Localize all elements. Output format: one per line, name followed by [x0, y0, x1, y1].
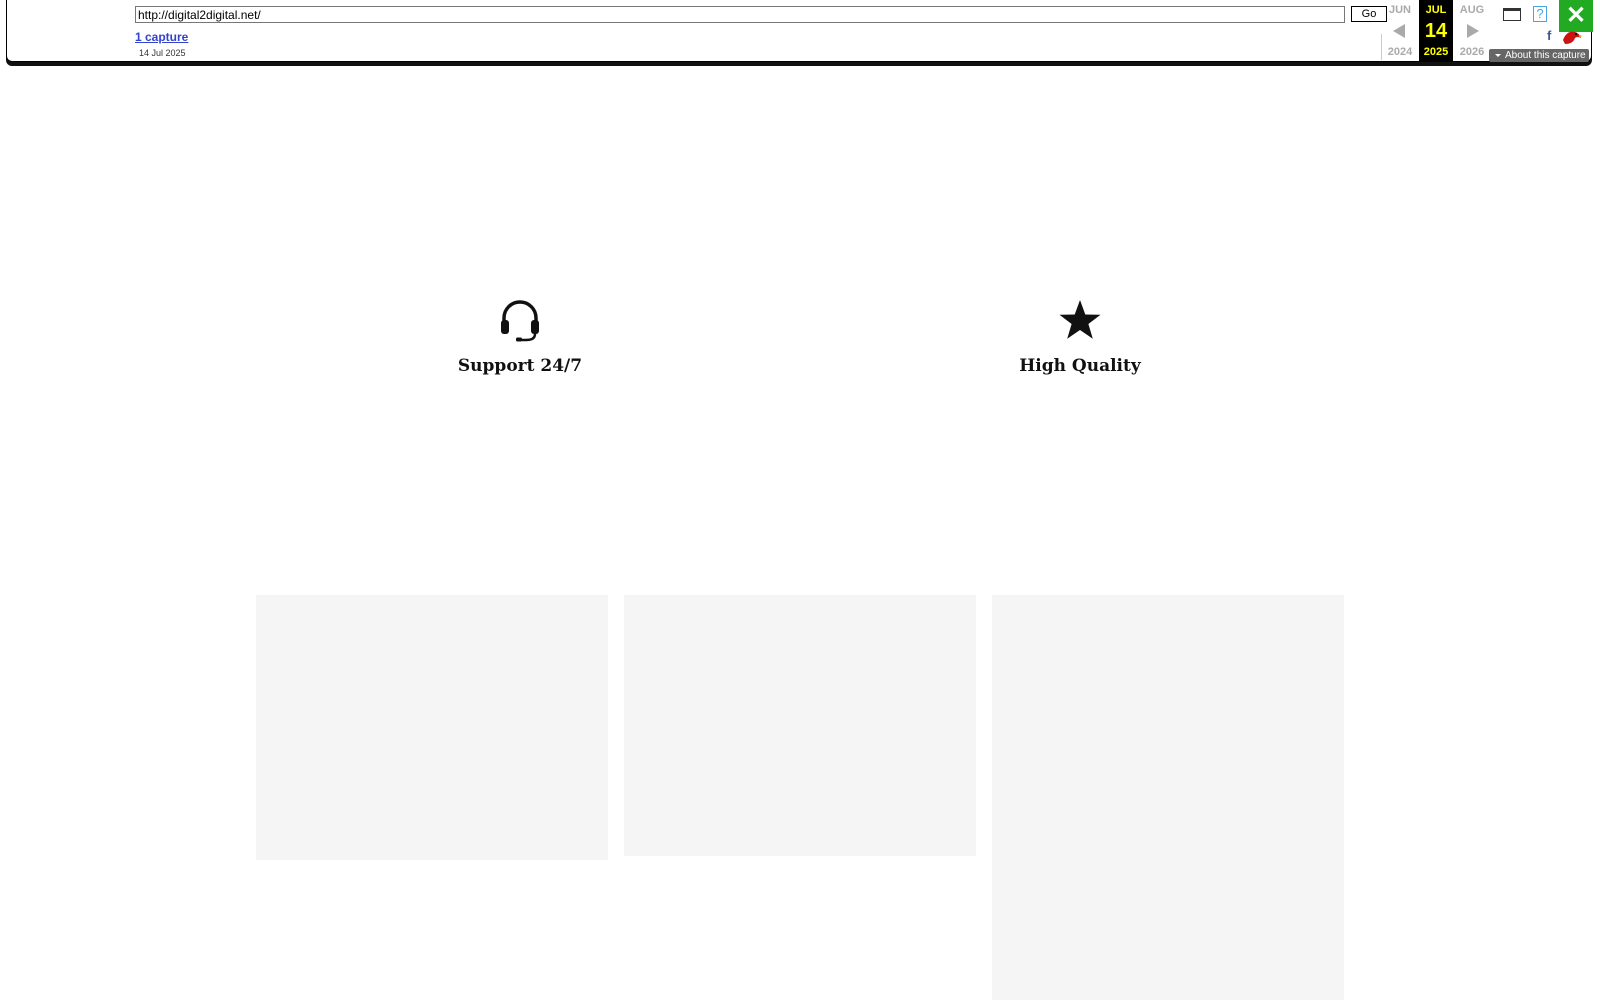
go-button[interactable]: Go	[1351, 6, 1387, 22]
captures-link[interactable]: 1 capture	[135, 30, 188, 44]
url-input[interactable]	[135, 6, 1345, 23]
facebook-icon[interactable]: f	[1547, 28, 1551, 43]
help-icon[interactable]: ?	[1533, 6, 1547, 22]
feature-title: High Quality	[1019, 356, 1141, 376]
wayback-toolbar: Go 1 capture 14 Jul 2025 JUN 2024 JUL 14…	[6, 0, 1593, 62]
feature-title: Support 24/7	[457, 356, 583, 376]
calendar-current-date: JUL 14 2025	[1419, 0, 1453, 62]
calendar-next-month[interactable]: AUG 2026	[1455, 0, 1489, 62]
window-icon[interactable]	[1503, 8, 1521, 21]
current-month-label: JUL	[1425, 4, 1447, 16]
feature-quality: High Quality	[960, 298, 1200, 376]
captures-date: 14 Jul 2025	[139, 48, 186, 58]
current-year-label: 2025	[1423, 46, 1449, 58]
star-icon	[1059, 300, 1101, 339]
content-card	[624, 595, 976, 856]
calendar-prev-month[interactable]: JUN 2024	[1383, 0, 1417, 62]
feature-support: Support 24/7	[400, 298, 640, 376]
caret-down-icon	[1495, 54, 1501, 57]
next-year-label: 2026	[1459, 46, 1485, 58]
current-day-label: 14	[1424, 20, 1448, 42]
about-capture-label: About this capture	[1505, 50, 1586, 61]
prev-month-label: JUN	[1388, 4, 1411, 16]
content-card	[992, 595, 1344, 1000]
arrow-left-icon[interactable]	[1393, 24, 1405, 38]
toolbar-divider	[1381, 34, 1382, 60]
arrow-right-icon[interactable]	[1467, 24, 1479, 38]
bird-icon[interactable]	[1559, 26, 1583, 46]
prev-year-label: 2024	[1387, 46, 1413, 58]
headset-icon	[501, 300, 539, 342]
about-capture-button[interactable]: About this capture	[1489, 49, 1589, 62]
content-card	[256, 595, 608, 860]
next-month-label: AUG	[1459, 4, 1485, 16]
